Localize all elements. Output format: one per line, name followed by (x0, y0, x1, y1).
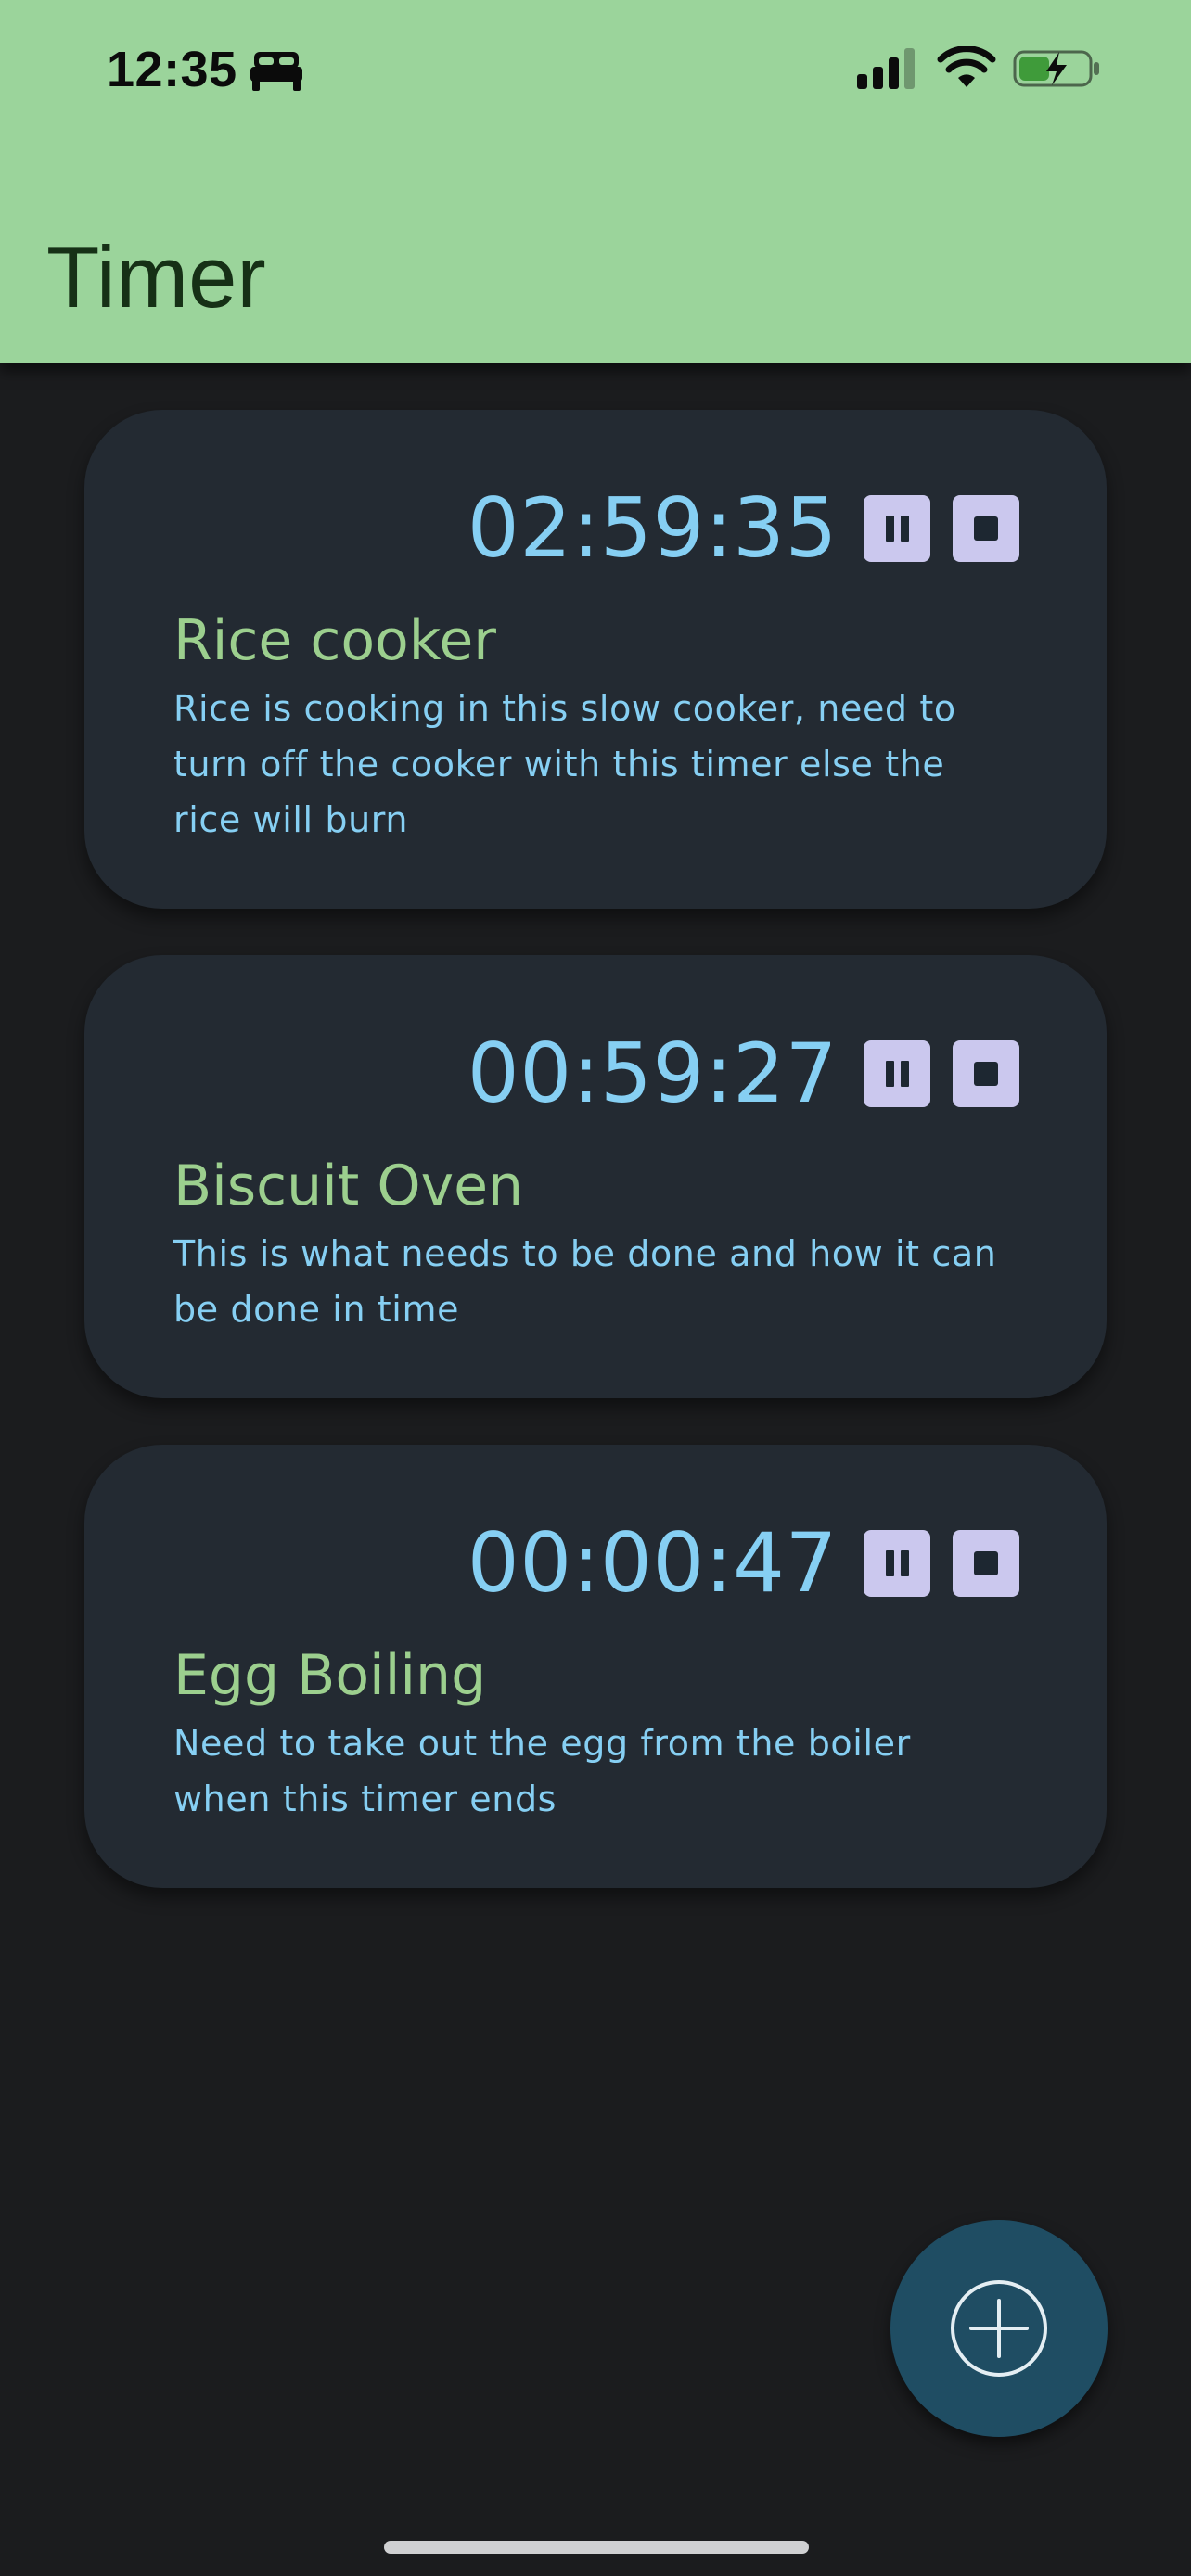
add-circle-icon (951, 2280, 1047, 2377)
home-indicator[interactable] (384, 2541, 809, 2554)
pause-button[interactable] (864, 1040, 930, 1107)
wifi-icon (937, 46, 996, 87)
timer-time: 00:59:27 (467, 1026, 838, 1121)
timer-controls-row: 00:59:27 (467, 1029, 1019, 1118)
stop-icon (974, 1551, 998, 1575)
stop-button[interactable] (953, 495, 1019, 562)
cellular-signal-icon (857, 48, 915, 89)
timer-title: Biscuit Oven (173, 1154, 524, 1218)
stop-icon (974, 1062, 998, 1086)
pause-button[interactable] (864, 1530, 930, 1597)
timer-controls-row: 00:00:47 (467, 1519, 1019, 1608)
stop-button[interactable] (953, 1530, 1019, 1597)
battery-charging-icon (1013, 50, 1099, 87)
stop-icon (974, 516, 998, 541)
bed-icon (250, 52, 302, 91)
timer-description: Need to take out the egg from the boiler… (173, 1723, 911, 1819)
timer-title: Rice cooker (173, 608, 496, 673)
timer-controls-row: 02:59:35 (467, 484, 1019, 573)
timer-card[interactable]: 00:00:47 Egg Boiling Need to take out th… (84, 1445, 1107, 1888)
app-bar: 12:35 Timer (0, 0, 1191, 363)
timer-description: This is what needs to be done and how it… (173, 1233, 997, 1330)
pause-icon (885, 516, 909, 542)
timer-time: 00:00:47 (467, 1515, 838, 1611)
page-title: Timer (46, 228, 266, 325)
add-timer-button[interactable] (890, 2220, 1108, 2437)
timer-description: Rice is cooking in this slow cooker, nee… (173, 688, 956, 840)
status-time: 12:35 (107, 42, 237, 97)
pause-icon (885, 1550, 909, 1576)
timer-time: 02:59:35 (467, 480, 838, 576)
pause-icon (885, 1061, 909, 1087)
timer-title: Egg Boiling (173, 1643, 487, 1708)
timer-card[interactable]: 02:59:35 Rice cooker Rice is cooking in … (84, 410, 1107, 909)
pause-button[interactable] (864, 495, 930, 562)
stop-button[interactable] (953, 1040, 1019, 1107)
timer-card[interactable]: 00:59:27 Biscuit Oven This is what needs… (84, 955, 1107, 1398)
